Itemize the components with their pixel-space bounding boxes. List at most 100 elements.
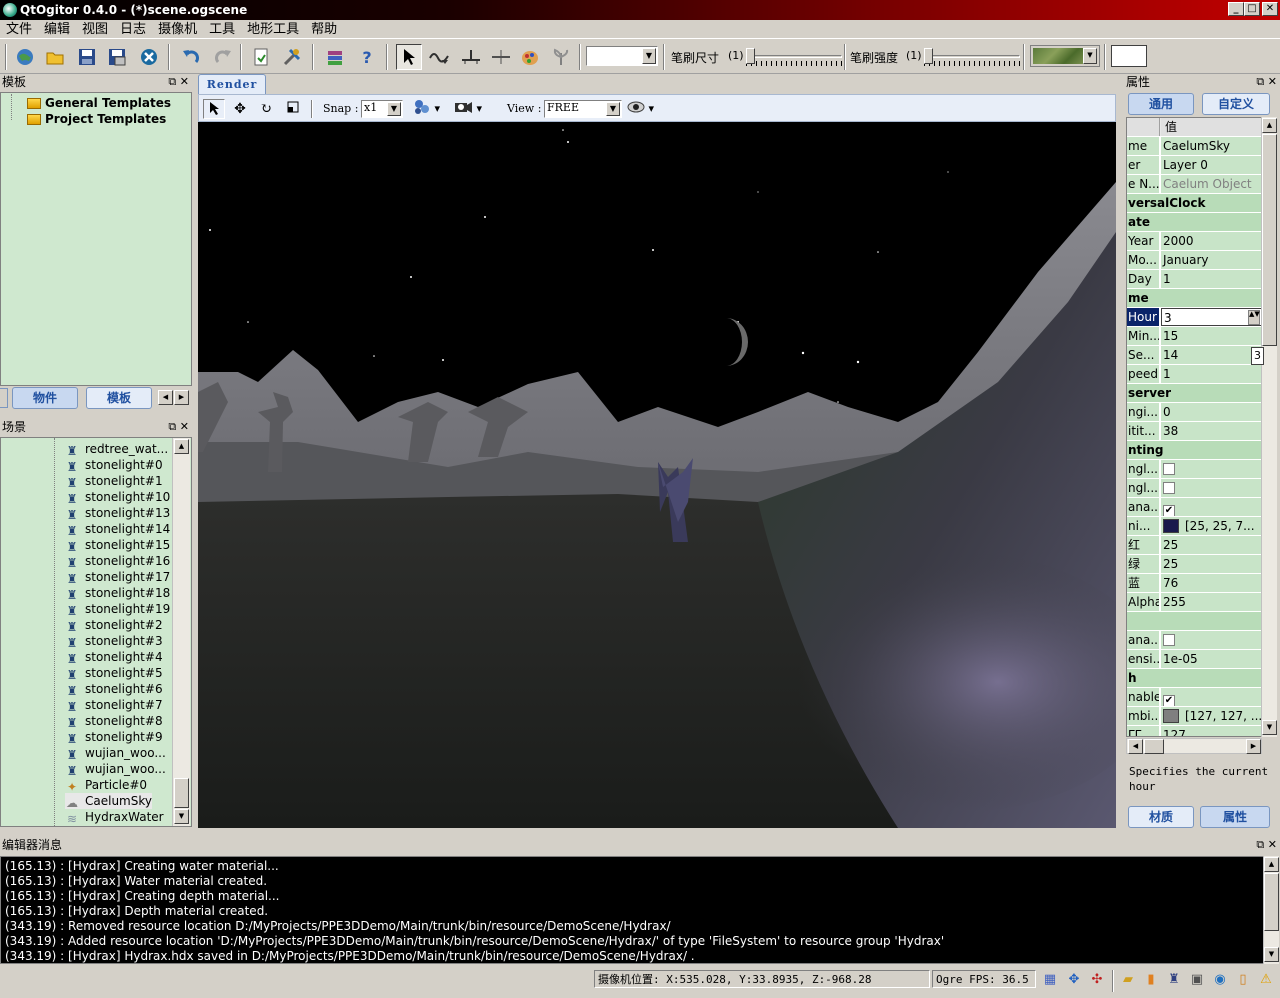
close-icon[interactable]: ✕: [180, 420, 189, 433]
property-row[interactable]: ngl...: [1127, 479, 1261, 498]
smooth-tool-icon[interactable]: [458, 44, 484, 70]
plant-tool-icon[interactable]: [548, 44, 574, 70]
scene-tree-item[interactable]: ♜ stonelight#15: [65, 537, 171, 554]
float-icon[interactable]: ⧉: [1256, 838, 1264, 851]
minimize-button[interactable]: _: [1228, 2, 1244, 16]
globe-icon[interactable]: ◉: [1210, 970, 1230, 990]
scene-tree-item[interactable]: ♜ stonelight#16: [65, 553, 171, 570]
save-icon[interactable]: [74, 44, 100, 70]
property-row[interactable]: ni... [25, 25, 7...: [1127, 517, 1261, 536]
scene-tree-item[interactable]: ♜ stonelight#2: [65, 617, 163, 634]
folder-icon[interactable]: ▰: [1118, 970, 1138, 990]
tab-properties[interactable]: 属性: [1200, 806, 1270, 828]
property-value[interactable]: 127: [1161, 726, 1261, 736]
checkbox[interactable]: [1163, 634, 1175, 646]
property-row[interactable]: er Layer 0: [1127, 156, 1261, 175]
properties-hscrollbar[interactable]: ◀ ▶: [1126, 738, 1262, 754]
help-icon[interactable]: ?: [354, 44, 380, 70]
scroll-up-icon[interactable]: ▲: [174, 439, 189, 454]
brush-strength-slider[interactable]: [924, 46, 1020, 68]
color-swatch[interactable]: [1163, 519, 1179, 533]
scene-tree-item[interactable]: ♜ redtree_wat...: [65, 441, 169, 458]
scene-tree-item[interactable]: ♜ stonelight#19: [65, 601, 171, 618]
property-row[interactable]: Mo... January: [1127, 251, 1261, 270]
axis-gizmo-icon[interactable]: ✣: [1087, 970, 1107, 990]
property-row[interactable]: Min... 15: [1127, 327, 1261, 346]
scroll-down-icon[interactable]: ▼: [174, 809, 189, 824]
open-folder-icon[interactable]: [42, 44, 68, 70]
scene-tree-item[interactable]: ≋ HydraxWater: [65, 809, 164, 826]
property-value[interactable]: 1: [1161, 365, 1261, 383]
property-value[interactable]: 15: [1161, 327, 1261, 345]
texture-selector[interactable]: ▼: [1030, 45, 1100, 67]
scroll-down-icon[interactable]: ▼: [1262, 720, 1277, 735]
scroll-thumb[interactable]: [1262, 134, 1277, 346]
property-value[interactable]: 1e-05: [1161, 650, 1261, 668]
display-mode-icon[interactable]: ▾: [413, 99, 449, 119]
property-value[interactable]: CaelumSky: [1161, 137, 1261, 155]
settings-tools-icon[interactable]: [279, 44, 305, 70]
property-value[interactable]: 0: [1161, 403, 1261, 421]
move-gizmo-icon[interactable]: ✥: [1064, 970, 1084, 990]
scene-tree-item[interactable]: ♜ stonelight#17: [65, 569, 171, 586]
select-tool-icon[interactable]: [396, 44, 422, 70]
property-value[interactable]: 3 ▲▼: [1161, 308, 1261, 326]
redo-icon[interactable]: [210, 44, 236, 70]
menu-view[interactable]: 视图: [76, 20, 114, 39]
scroll-down-icon[interactable]: ▼: [1264, 947, 1279, 962]
hour-input[interactable]: 3: [1164, 311, 1172, 325]
scroll-thumb[interactable]: [1144, 739, 1164, 754]
tab-templates[interactable]: 模板: [86, 387, 152, 409]
scene-tree-item[interactable]: ☁ CaelumSky: [65, 793, 152, 810]
visibility-options-icon[interactable]: ▾: [627, 99, 663, 119]
property-row[interactable]: versalClock: [1127, 194, 1261, 213]
property-row[interactable]: Alpha 255: [1127, 593, 1261, 612]
tree-item-general-templates[interactable]: General Templates: [27, 95, 171, 111]
bottle-icon[interactable]: ▯: [1233, 970, 1253, 990]
chart-icon[interactable]: ▮: [1141, 970, 1161, 990]
tab-scroll-left-icon[interactable]: ◀: [158, 390, 173, 405]
property-value[interactable]: 38: [1161, 422, 1261, 440]
scene-tree-item[interactable]: ♜ stonelight#13: [65, 505, 171, 522]
property-row[interactable]: 绿 25: [1127, 555, 1261, 574]
property-row[interactable]: server: [1127, 384, 1261, 403]
menu-file[interactable]: 文件: [0, 20, 38, 39]
camera-options-icon[interactable]: ▾: [453, 99, 489, 119]
property-row[interactable]: 红 25: [1127, 536, 1261, 555]
grid-icon[interactable]: ▦: [1040, 970, 1060, 990]
undo-icon[interactable]: [178, 44, 204, 70]
checkbox[interactable]: ✔: [1163, 505, 1175, 516]
flatten-tool-icon[interactable]: [488, 44, 514, 70]
property-row[interactable]: Day 1: [1127, 270, 1261, 289]
mode-combo[interactable]: ▼: [586, 46, 658, 66]
property-row[interactable]: Hour 3 ▲▼: [1127, 308, 1261, 327]
property-value[interactable]: [1161, 460, 1261, 478]
property-value[interactable]: [1161, 631, 1261, 649]
color-swatch[interactable]: [1163, 709, 1179, 723]
menu-terrain-tools[interactable]: 地形工具: [241, 20, 305, 39]
property-row[interactable]: ana...: [1127, 631, 1261, 650]
view-combo[interactable]: FREE ▼: [544, 100, 622, 118]
menu-help[interactable]: 帮助: [305, 20, 343, 39]
3d-viewport[interactable]: [198, 122, 1116, 828]
scroll-thumb[interactable]: [174, 778, 189, 808]
scene-tree-item[interactable]: ♜ wujian_woo...: [65, 745, 166, 762]
menu-log[interactable]: 日志: [114, 20, 152, 39]
properties-scrollbar[interactable]: ▲ ▼: [1261, 117, 1277, 737]
property-value[interactable]: 76: [1161, 574, 1261, 592]
save-as-icon[interactable]: [104, 44, 130, 70]
scene-tree-item[interactable]: ♜ stonelight#7: [65, 697, 163, 714]
scene-tree-item[interactable]: ♜ stonelight#8: [65, 713, 163, 730]
property-row[interactable]: 蓝 76: [1127, 574, 1261, 593]
property-value[interactable]: ✔: [1161, 688, 1261, 706]
scene-tree-item[interactable]: ♜ stonelight#6: [65, 681, 163, 698]
close-icon[interactable]: ✕: [180, 75, 189, 88]
new-project-icon[interactable]: [12, 44, 38, 70]
menu-edit[interactable]: 编辑: [38, 20, 76, 39]
property-value[interactable]: ✔: [1161, 498, 1261, 516]
close-icon[interactable]: ✕: [1268, 75, 1277, 88]
property-row[interactable]: ana... ✔: [1127, 498, 1261, 517]
property-value[interactable]: 25: [1161, 536, 1261, 554]
checkbox[interactable]: [1163, 482, 1175, 494]
select-mode-icon[interactable]: [203, 99, 225, 119]
